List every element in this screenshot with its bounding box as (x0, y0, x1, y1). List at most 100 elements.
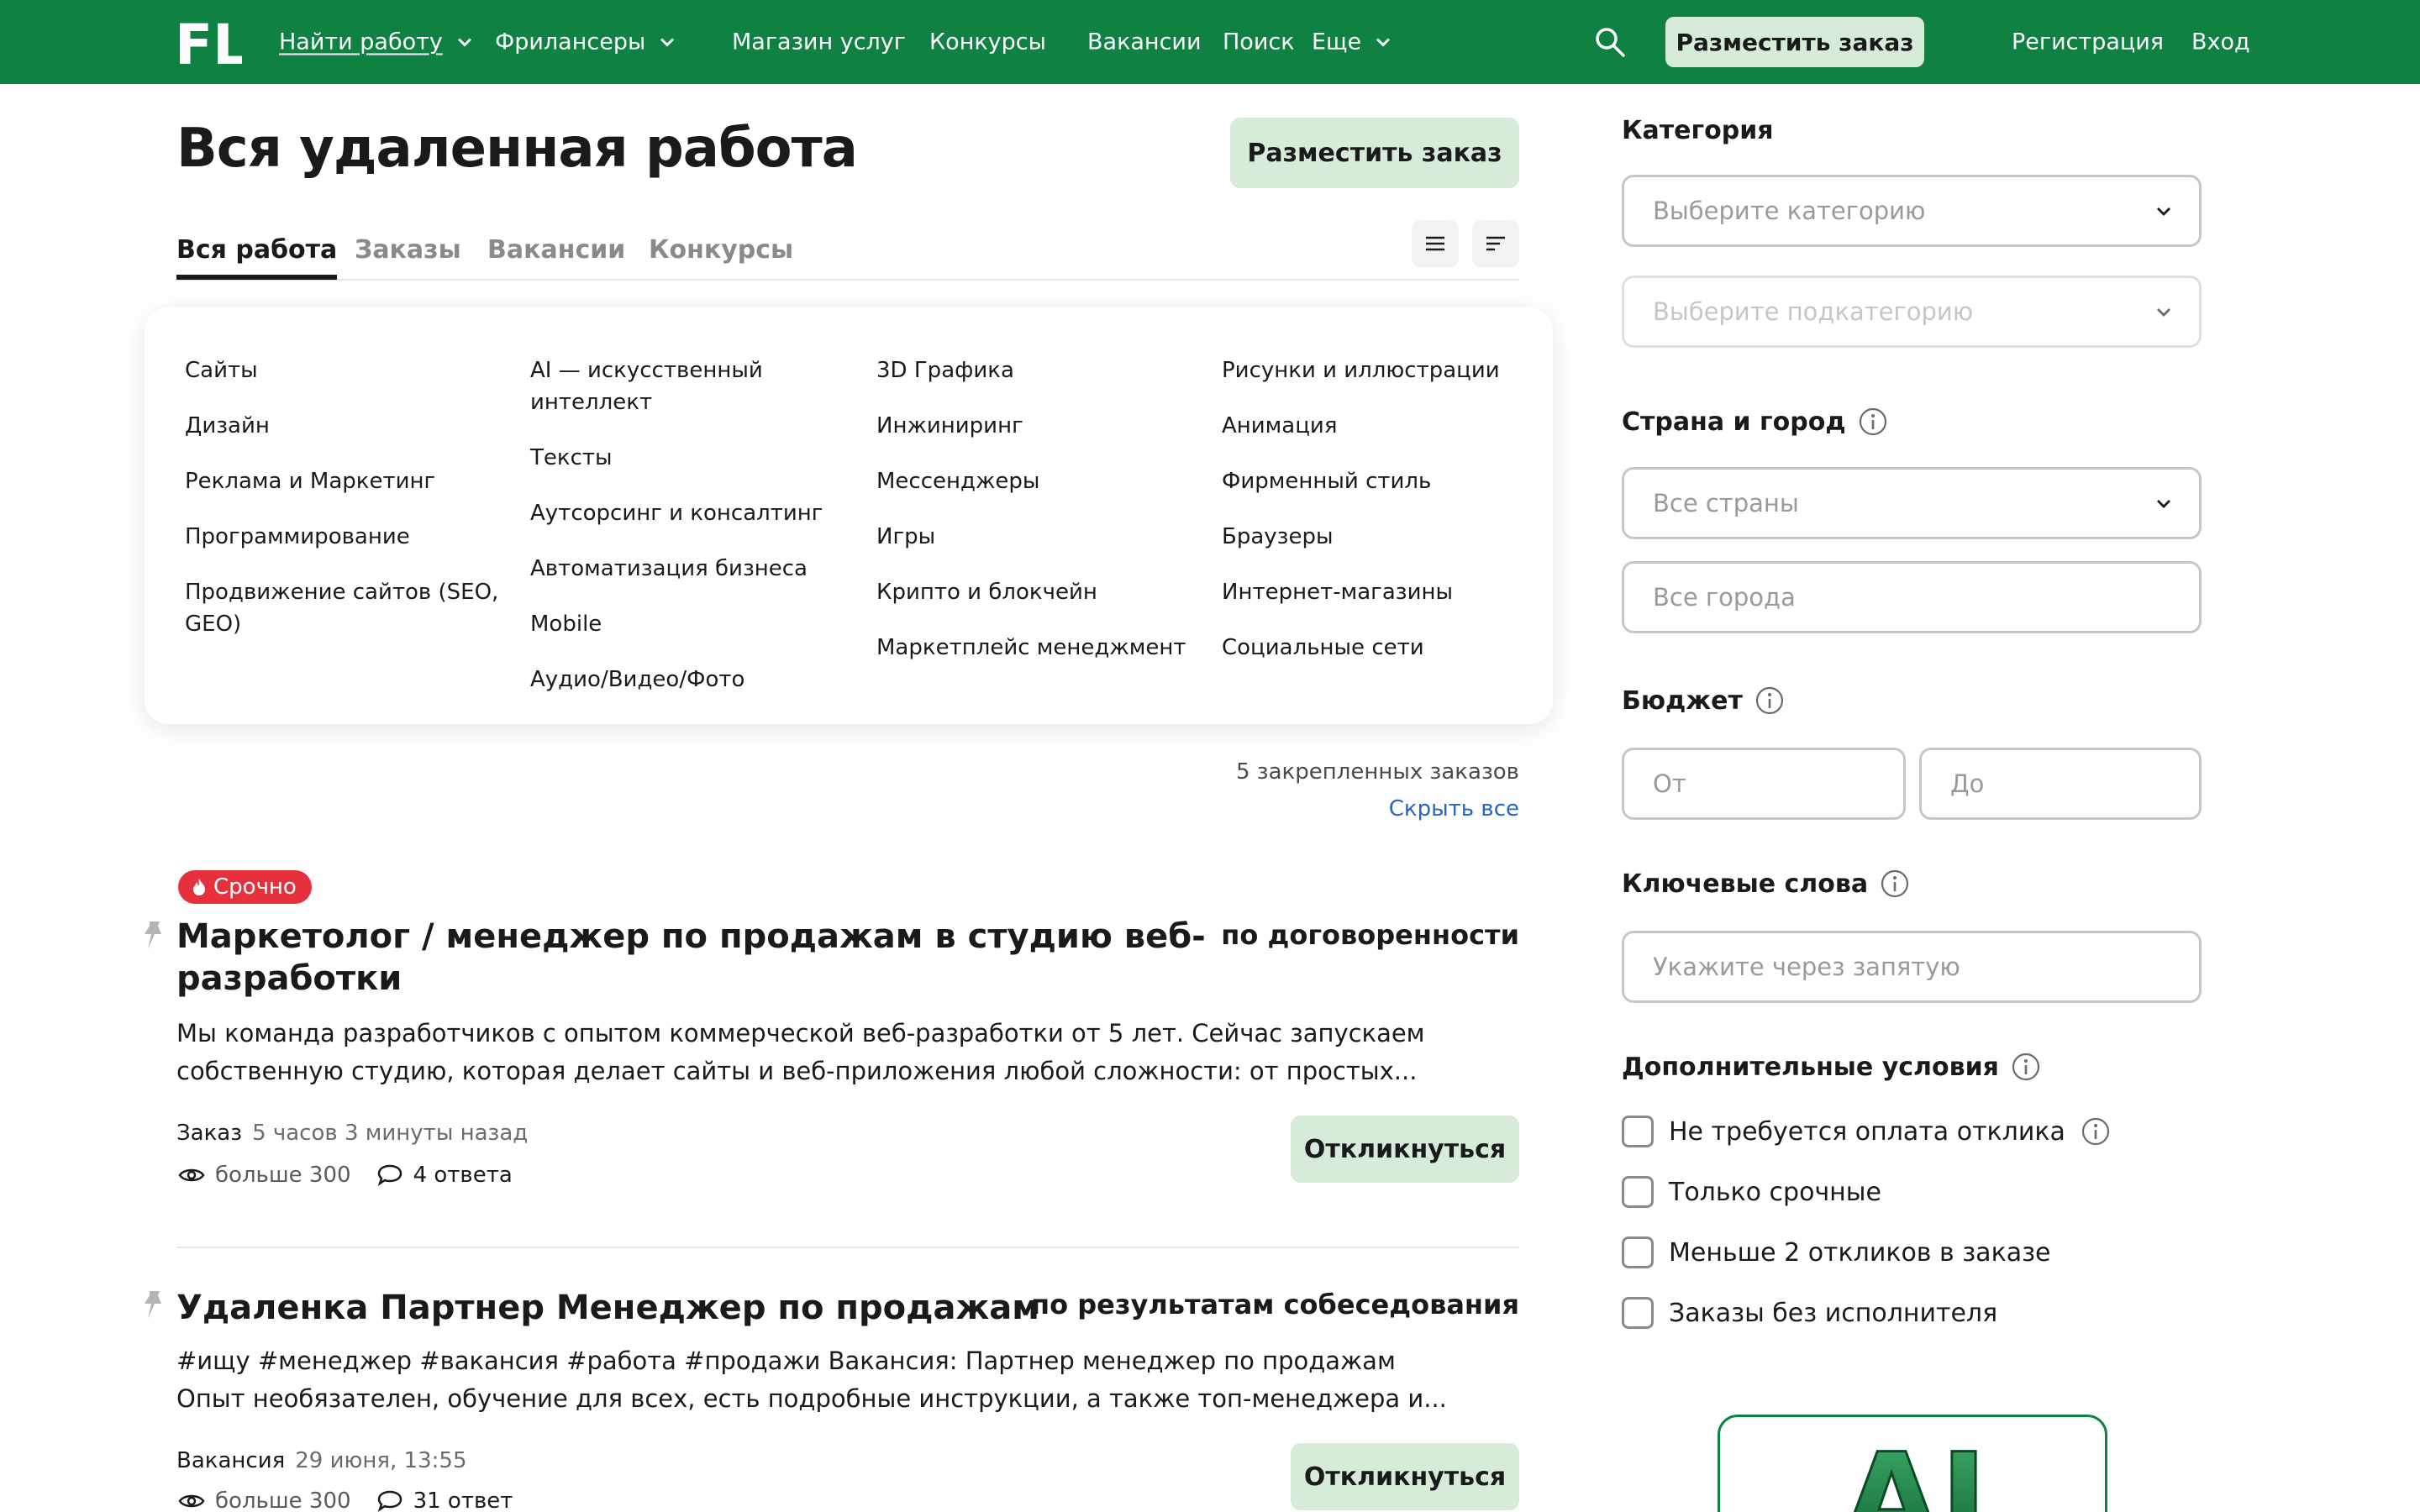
condition-few-replies[interactable]: Меньше 2 откликов в заказе (1622, 1236, 2050, 1268)
category-link[interactable]: Инжиниринг (876, 410, 1204, 442)
category-link[interactable]: Программирование (185, 521, 513, 553)
info-icon[interactable] (1754, 685, 1785, 716)
job-meta: Вакансия 29 июня, 13:55 (176, 1448, 466, 1473)
category-link[interactable]: Mobile (530, 608, 858, 640)
category-link[interactable]: 3D Графика (876, 354, 1204, 386)
category-link[interactable]: Интернет-магазины (1222, 576, 1549, 608)
country-select[interactable]: Все страны (1622, 467, 2202, 539)
category-link[interactable]: Фирменный стиль (1222, 465, 1549, 497)
job-stats: больше 300 31 ответ (178, 1488, 513, 1512)
job-stats: больше 300 4 ответа (178, 1163, 513, 1188)
checkbox[interactable] (1622, 1176, 1654, 1208)
job-meta: Заказ 5 часов 3 минуты назад (176, 1121, 528, 1146)
job-divider (176, 1247, 1519, 1248)
job-title[interactable]: Удаленка Партнер Менеджер по продажам (176, 1287, 1050, 1329)
category-link[interactable]: Автоматизация бизнеса (530, 553, 858, 585)
reply-button[interactable]: Откликнуться (1291, 1443, 1519, 1510)
tab-contests[interactable]: Конкурсы (649, 235, 793, 265)
location-heading: Страна и город (1622, 407, 1888, 437)
sort-button[interactable] (1472, 220, 1519, 267)
top-navbar: FL Найти работу Фрилансеры Магазин услуг… (0, 0, 2420, 84)
category-column: 3D Графика Инжиниринг Мессенджеры Игры К… (876, 354, 1204, 687)
nav-freelancers[interactable]: Фрилансеры (495, 29, 677, 55)
category-link[interactable]: Игры (876, 521, 1204, 553)
sort-icon (1486, 236, 1505, 251)
category-select[interactable]: Выберите категорию (1622, 175, 2202, 247)
category-column: AI — искусственный интеллект Тексты Аутс… (530, 354, 858, 719)
fire-icon (193, 879, 205, 895)
category-link[interactable]: Маркетплейс менеджмент (876, 632, 1204, 664)
category-link[interactable]: Крипто и блокчейн (876, 576, 1204, 608)
category-link[interactable]: Реклама и Маркетинг (185, 465, 513, 497)
chevron-down-icon (2157, 207, 2170, 216)
nav-search[interactable]: Поиск (1223, 29, 1295, 55)
info-icon[interactable] (1858, 407, 1888, 437)
reply-button[interactable]: Откликнуться (1291, 1116, 1519, 1183)
tab-vacancies[interactable]: Вакансии (487, 235, 625, 265)
category-link[interactable]: Аудио/Видео/Фото (530, 664, 858, 696)
category-link[interactable]: Продвижение сайтов (SEO, GEO) (185, 576, 513, 640)
category-link[interactable]: Сайты (185, 354, 513, 386)
condition-no-fee[interactable]: Не требуется оплата отклика (1622, 1116, 2111, 1147)
urgent-badge: Срочно (178, 870, 312, 904)
checkbox[interactable] (1622, 1116, 1654, 1147)
login-link[interactable]: Вход (2191, 29, 2250, 55)
info-icon[interactable] (2011, 1052, 2041, 1082)
nav-services-store[interactable]: Магазин услуг (732, 29, 906, 55)
list-view-button[interactable] (1412, 220, 1459, 267)
info-icon[interactable] (1880, 869, 1910, 899)
comment-icon (377, 1490, 402, 1512)
category-panel: Сайты Дизайн Реклама и Маркетинг Програм… (145, 307, 1553, 724)
pin-icon (145, 1291, 161, 1319)
condition-no-executor[interactable]: Заказы без исполнителя (1622, 1297, 1997, 1329)
category-link[interactable]: AI — искусственный интеллект (530, 354, 858, 418)
category-link[interactable]: Тексты (530, 442, 858, 474)
chevron-down-icon (457, 37, 471, 47)
chevron-down-icon (2157, 308, 2170, 317)
ai-promo-graphic: AI (1842, 1426, 1989, 1512)
subcategory-select[interactable]: Выберите подкатегорию (1622, 276, 2202, 348)
job-budget: по результатам собеседования (1031, 1289, 1519, 1320)
budget-to-input[interactable]: До (1919, 748, 2202, 820)
nav-find-work[interactable]: Найти работу (279, 29, 475, 55)
register-link[interactable]: Регистрация (2012, 29, 2164, 55)
city-input[interactable]: Все города (1622, 561, 2202, 633)
condition-urgent-only[interactable]: Только срочные (1622, 1176, 1881, 1208)
nav-contests[interactable]: Конкурсы (929, 29, 1046, 55)
category-link[interactable]: Социальные сети (1222, 632, 1549, 664)
budget-from-input[interactable]: От (1622, 748, 1906, 820)
category-link[interactable]: Дизайн (185, 410, 513, 442)
svg-text:FL: FL (175, 15, 242, 69)
tab-orders[interactable]: Заказы (355, 235, 461, 265)
pinned-orders-count: 5 закрепленных заказов (1235, 759, 1519, 785)
job-title[interactable]: Маркетолог / менеджер по продажам в студ… (176, 916, 1218, 1000)
post-order-button[interactable]: Разместить заказ (1230, 118, 1519, 188)
chevron-down-icon (1376, 37, 1391, 47)
tab-all-work[interactable]: Вся работа (176, 235, 338, 280)
job-type: Заказ (176, 1121, 243, 1146)
nav-vacancies[interactable]: Вакансии (1087, 29, 1202, 55)
category-link[interactable]: Мессенджеры (876, 465, 1204, 497)
category-link[interactable]: Браузеры (1222, 521, 1549, 553)
budget-heading: Бюджет (1622, 685, 1785, 716)
views-stat: больше 300 (178, 1488, 351, 1512)
info-icon[interactable] (2081, 1116, 2111, 1147)
checkbox[interactable] (1622, 1297, 1654, 1329)
category-link[interactable]: Аутсорсинг и консалтинг (530, 497, 858, 529)
checkbox[interactable] (1622, 1236, 1654, 1268)
nav-more[interactable]: Еще (1312, 29, 1393, 55)
chevron-down-icon (660, 37, 675, 47)
category-heading: Категория (1622, 116, 1774, 145)
views-stat: больше 300 (178, 1163, 351, 1188)
comment-icon (377, 1164, 402, 1187)
header-post-order-button[interactable]: Разместить заказ (1665, 17, 1924, 67)
ai-promo-banner[interactable]: AI (1718, 1415, 2107, 1512)
job-description: #ищу #менеджер #вакансия #работа #продаж… (176, 1347, 1447, 1413)
fl-logo[interactable]: FL (175, 15, 242, 69)
search-icon[interactable] (1593, 25, 1627, 59)
keywords-input[interactable]: Укажите через запятую (1622, 931, 2202, 1003)
hide-all-link[interactable]: Скрыть все (1389, 796, 1519, 822)
category-link[interactable]: Рисунки и иллюстрации (1222, 354, 1549, 386)
keywords-heading: Ключевые слова (1622, 869, 1910, 899)
category-link[interactable]: Анимация (1222, 410, 1549, 442)
